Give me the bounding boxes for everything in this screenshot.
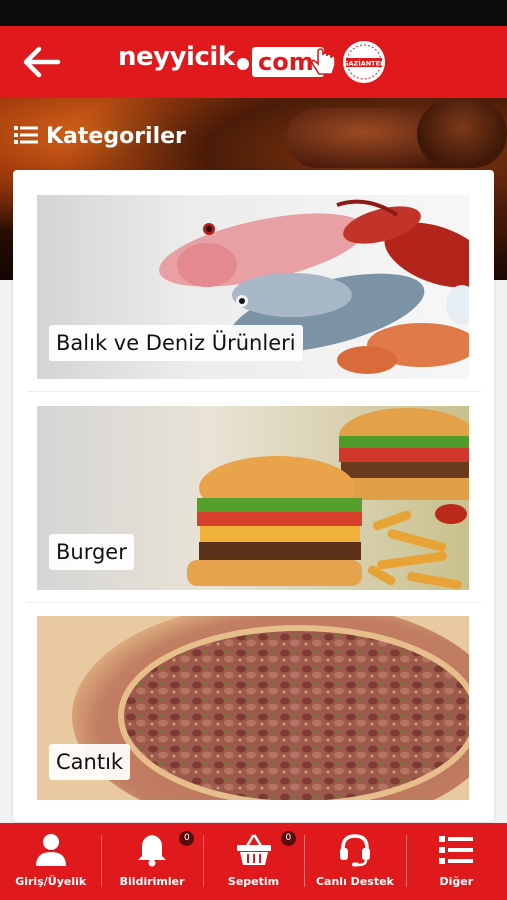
- nav-label: Sepetim: [227, 875, 280, 888]
- divider: [27, 391, 481, 392]
- category-card-burger[interactable]: Burger: [37, 406, 469, 590]
- pointer-hand-icon: [308, 46, 342, 80]
- logo-dot: [237, 58, 249, 70]
- nav-notifications[interactable]: 0 Bildirimler: [101, 823, 202, 900]
- top-bar: neyyicik com GAZİANTEP: [0, 26, 507, 98]
- seal-logo: GAZİANTEP: [340, 38, 388, 86]
- seal-text: GAZİANTEP: [343, 59, 385, 68]
- category-label: Cantık: [49, 744, 131, 780]
- category-card-seafood[interactable]: Balık ve Deniz Ürünleri: [37, 195, 469, 379]
- category-card-cantik[interactable]: Cantık: [37, 616, 469, 800]
- nav-login[interactable]: Giriş/Üyelik: [0, 823, 101, 900]
- nav-label: Canlı Destek: [315, 875, 394, 888]
- bottom-nav: Giriş/Üyelik 0 Bildirimler 0 Sepetim Can…: [0, 823, 507, 900]
- logo-text: neyyicik: [118, 42, 235, 72]
- divider: [27, 602, 481, 603]
- nav-live-support[interactable]: Canlı Destek: [304, 823, 405, 900]
- list-icon: [14, 125, 38, 149]
- category-label: Balık ve Deniz Ürünleri: [49, 325, 303, 361]
- headset-icon: [337, 833, 373, 867]
- category-label: Burger: [49, 534, 134, 570]
- categories-title: Kategoriler: [46, 124, 186, 149]
- bell-icon: [134, 833, 170, 867]
- nav-more[interactable]: Diğer: [405, 823, 507, 900]
- grilled-meat-image-2: [417, 100, 507, 168]
- nav-label: Bildirimler: [119, 875, 185, 888]
- categories-panel: Balık ve Deniz Ürünleri Burger Cantık: [13, 170, 494, 822]
- status-bar: [0, 0, 507, 26]
- notification-count-badge: 0: [179, 831, 195, 846]
- user-icon: [33, 833, 69, 867]
- categories-heading: Kategoriler: [14, 124, 186, 149]
- nav-basket[interactable]: 0 Sepetim: [202, 823, 304, 900]
- basket-count-badge: 0: [280, 831, 296, 846]
- nav-label: Giriş/Üyelik: [15, 875, 87, 888]
- nav-label: Diğer: [439, 875, 474, 888]
- brand-logo: neyyicik com GAZİANTEP: [118, 38, 393, 88]
- back-arrow-icon[interactable]: [22, 44, 62, 80]
- list-icon: [438, 833, 474, 867]
- basket-icon: [236, 833, 272, 867]
